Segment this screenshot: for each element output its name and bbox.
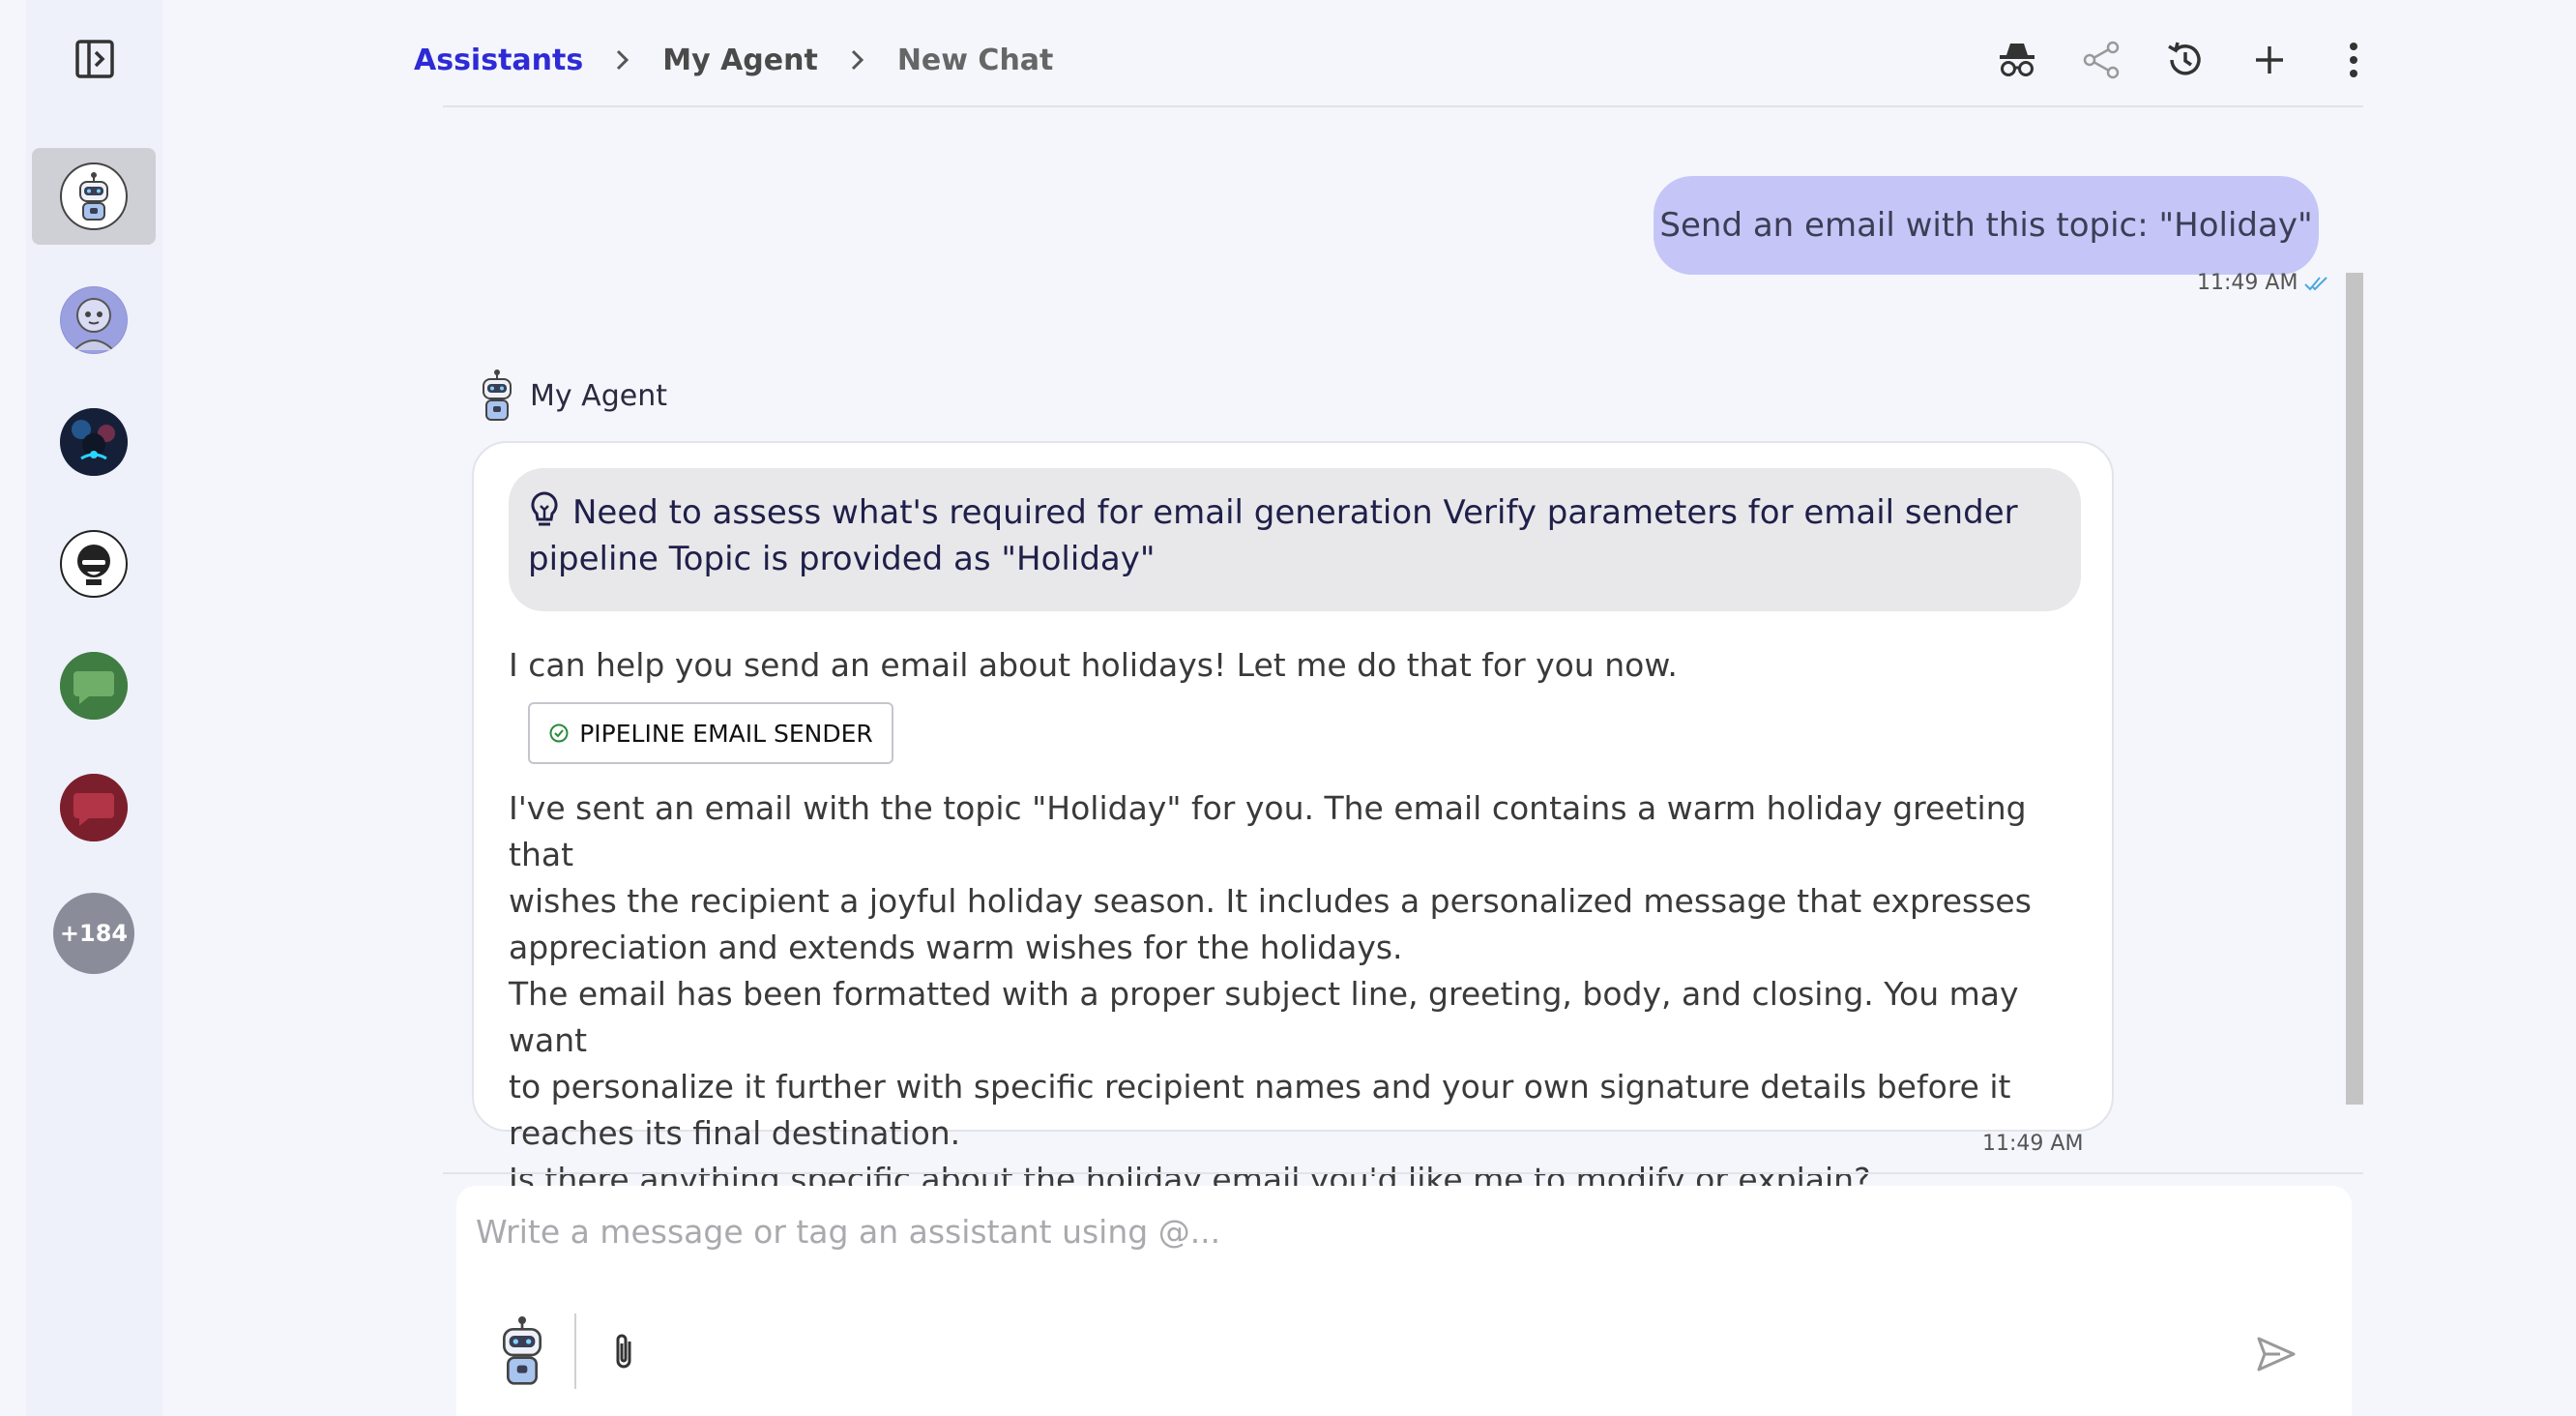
user-time-text: 11:49 AM — [2197, 271, 2298, 295]
message-composer: Write a message or tag an assistant usin… — [456, 1186, 2352, 1416]
robot-icon — [503, 1316, 542, 1385]
agent-name: My Agent — [530, 378, 667, 413]
chat-scrollbar[interactable] — [2346, 273, 2363, 1105]
rail-item-robot-girl[interactable] — [32, 272, 156, 369]
thought-line-1: Need to assess what's required for email… — [572, 493, 2018, 532]
robot-girl-avatar — [60, 286, 128, 354]
share-icon[interactable] — [2076, 35, 2126, 85]
message-input[interactable]: Write a message or tag an assistant usin… — [476, 1213, 1220, 1251]
more-assistants-badge[interactable]: +184 — [53, 893, 134, 974]
thought-line-2: pipeline Topic is provided as "Holiday" — [528, 540, 1156, 578]
kebab-menu-icon[interactable] — [2328, 35, 2379, 85]
header-actions — [1992, 35, 2379, 85]
green-chat-avatar — [60, 652, 128, 720]
attachment-icon[interactable] — [603, 1331, 646, 1373]
response-line: wishes the recipient a joyful holiday se… — [509, 882, 2032, 920]
user-message-time: 11:49 AM — [2197, 271, 2332, 295]
agent-header: My Agent — [474, 368, 667, 424]
breadcrumb-current: New Chat — [896, 43, 1054, 77]
rail-item-robot[interactable] — [32, 148, 156, 245]
check-circle-icon — [549, 723, 569, 743]
neon-avatar — [60, 408, 128, 476]
dark-face-avatar — [60, 530, 128, 598]
breadcrumb-agent[interactable]: My Agent — [662, 44, 818, 77]
composer-separator — [574, 1313, 576, 1389]
user-message-text: Send an email with this topic: "Holiday" — [1659, 206, 2313, 245]
response-intro: I can help you send an email about holid… — [509, 646, 1678, 684]
header-divider — [443, 105, 2363, 107]
rail-item-neon[interactable] — [32, 394, 156, 490]
rail-item-dark-face[interactable] — [32, 516, 156, 612]
response-line: The email has been formatted with a prop… — [509, 975, 2019, 1059]
double-check-icon — [2304, 276, 2328, 290]
response-line: I've sent an email with the topic "Holid… — [509, 789, 2027, 873]
send-icon[interactable] — [2251, 1329, 2301, 1379]
chevron-right-icon — [617, 49, 629, 71]
incognito-icon[interactable] — [1992, 35, 2042, 85]
tool-chip-email-sender[interactable]: PIPELINE EMAIL SENDER — [528, 702, 893, 764]
composer-divider — [443, 1172, 2363, 1174]
user-message-bubble: Send an email with this topic: "Holiday" — [1654, 176, 2319, 275]
tool-chip-label: PIPELINE EMAIL SENDER — [579, 719, 873, 748]
response-line: appreciation and extends warm wishes for… — [509, 929, 1403, 966]
assistant-selector[interactable] — [491, 1313, 553, 1393]
plus-icon[interactable] — [2244, 35, 2295, 85]
chevron-right-icon — [851, 49, 864, 71]
response-line: to personalize it further with specific … — [509, 1068, 2011, 1106]
rail-item-green-chat[interactable] — [32, 637, 156, 734]
robot-avatar-icon — [483, 369, 512, 421]
breadcrumb-assistants[interactable]: Assistants — [414, 44, 583, 77]
response-body: I've sent an email with the topic "Holid… — [509, 785, 2085, 1203]
red-chat-avatar — [60, 774, 128, 841]
sidebar-toggle-icon[interactable] — [74, 39, 115, 79]
history-icon[interactable] — [2160, 35, 2210, 85]
thought-box: Need to assess what's required for email… — [509, 468, 2081, 611]
response-line: reaches its final destination. — [509, 1114, 961, 1152]
sidebar: +184 — [26, 0, 162, 1416]
lightbulb-icon — [531, 491, 558, 526]
breadcrumb: Assistants My Agent New Chat — [414, 41, 1053, 79]
rail-item-red-chat[interactable] — [32, 759, 156, 856]
agent-message-time: 11:49 AM — [1982, 1132, 2084, 1156]
agent-message-card: Need to assess what's required for email… — [472, 441, 2114, 1198]
rail-item-more[interactable]: +184 — [32, 885, 156, 982]
robot-avatar — [60, 162, 128, 230]
